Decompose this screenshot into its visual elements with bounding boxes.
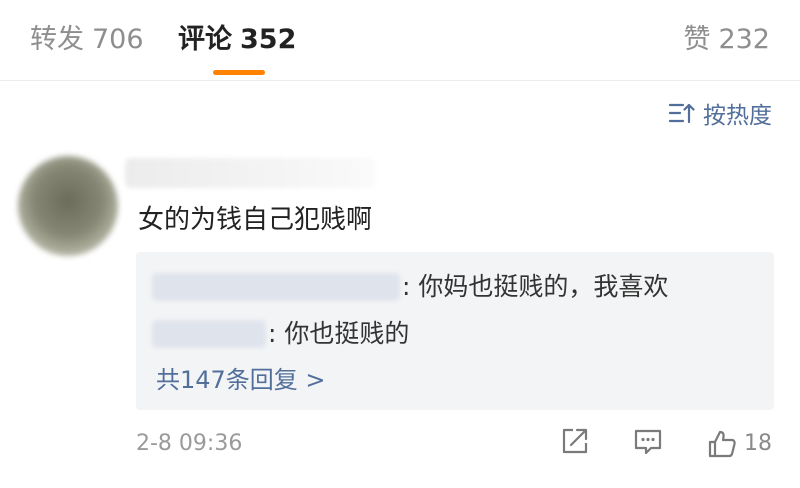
tab-likes-label: 赞 xyxy=(683,24,711,55)
tab-comments-count: 352 xyxy=(240,24,297,55)
reply-preview-box[interactable]: : 你妈也挺贱的，我喜欢 : 你也挺贱的 共147条回复 > xyxy=(136,252,774,410)
comment-icon xyxy=(634,429,662,455)
tab-likes[interactable]: 赞 232 xyxy=(683,18,770,62)
share-icon xyxy=(562,428,588,454)
active-tab-indicator xyxy=(213,70,265,75)
tab-comments-label: 评论 xyxy=(178,24,232,55)
reply-username-redacted xyxy=(152,273,400,301)
like-button[interactable]: 18 xyxy=(706,426,772,462)
tab-likes-count: 232 xyxy=(718,24,770,55)
tab-bar: 转发 706 评论 352 赞 232 xyxy=(0,0,800,81)
reply-text: : 你也挺贱的 xyxy=(268,319,410,348)
weibo-comments-view: 转发 706 评论 352 赞 232 按热度 女的为钱自己犯贱啊 : 你妈也挺贱的，… xyxy=(0,0,800,488)
sort-label: 按热度 xyxy=(703,103,772,129)
like-count: 18 xyxy=(744,431,772,456)
thumbs-up-icon xyxy=(708,430,736,458)
tab-reposts[interactable]: 转发 706 xyxy=(30,18,144,62)
tab-reposts-count: 706 xyxy=(92,24,144,55)
tab-reposts-label: 转发 xyxy=(30,24,84,55)
share-button[interactable] xyxy=(560,426,590,462)
reply-text: : 你妈也挺贱的，我喜欢 xyxy=(402,272,669,301)
comment-timestamp: 2-8 09:36 xyxy=(136,431,243,456)
reply-username-redacted xyxy=(152,320,266,348)
view-all-replies-link[interactable]: 共147条回复 > xyxy=(156,360,326,400)
sort-by-hot-button[interactable]: 按热度 xyxy=(669,96,772,130)
comment-text: 女的为钱自己犯贱啊 xyxy=(138,205,373,235)
avatar[interactable] xyxy=(18,156,118,256)
reply-button[interactable] xyxy=(632,426,664,462)
username-redacted[interactable] xyxy=(125,158,375,188)
tab-comments[interactable]: 评论 352 xyxy=(178,18,296,62)
sort-icon xyxy=(669,103,695,124)
